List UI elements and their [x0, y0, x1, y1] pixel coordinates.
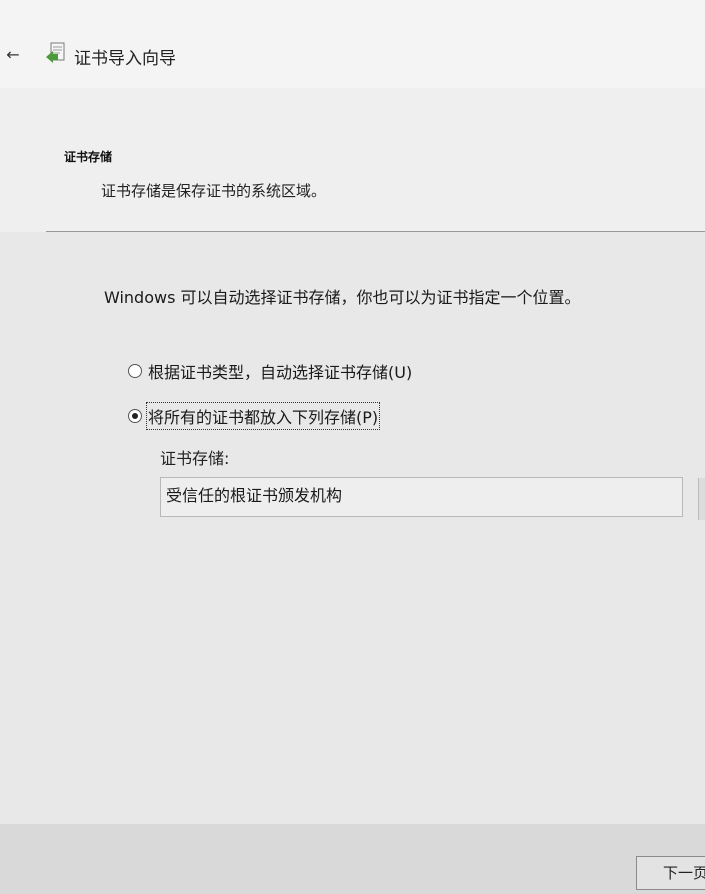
radio-auto-select-label[interactable]: 根据证书类型，自动选择证书存储(U)	[147, 358, 413, 384]
intro-text: Windows 可以自动选择证书存储，你也可以为证书指定一个位置。	[104, 288, 581, 307]
certificate-store-value: 受信任的根证书颁发机构	[166, 486, 343, 505]
wizard-content-panel	[0, 232, 705, 824]
browse-button[interactable]	[698, 478, 705, 520]
section-title: 证书存储	[64, 150, 113, 164]
wizard-title: 证书导入向导	[74, 49, 176, 69]
next-button[interactable]: 下一页	[636, 856, 705, 890]
wizard-footer	[0, 824, 705, 894]
arrow-left-icon: ←	[6, 45, 20, 64]
certificate-store-label: 证书存储:	[160, 449, 230, 468]
radio-button-checked-icon[interactable]	[128, 409, 142, 423]
radio-place-in-store[interactable]: 将所有的证书都放入下列存储(P)	[128, 402, 381, 430]
radio-button-icon[interactable]	[128, 364, 142, 378]
radio-place-in-store-label[interactable]: 将所有的证书都放入下列存储(P)	[145, 402, 381, 430]
certificate-wizard-icon	[42, 40, 70, 68]
back-button[interactable]: ←	[2, 44, 24, 66]
section-description: 证书存储是保存证书的系统区域。	[101, 182, 327, 200]
radio-auto-select-store[interactable]: 根据证书类型，自动选择证书存储(U)	[128, 358, 413, 384]
